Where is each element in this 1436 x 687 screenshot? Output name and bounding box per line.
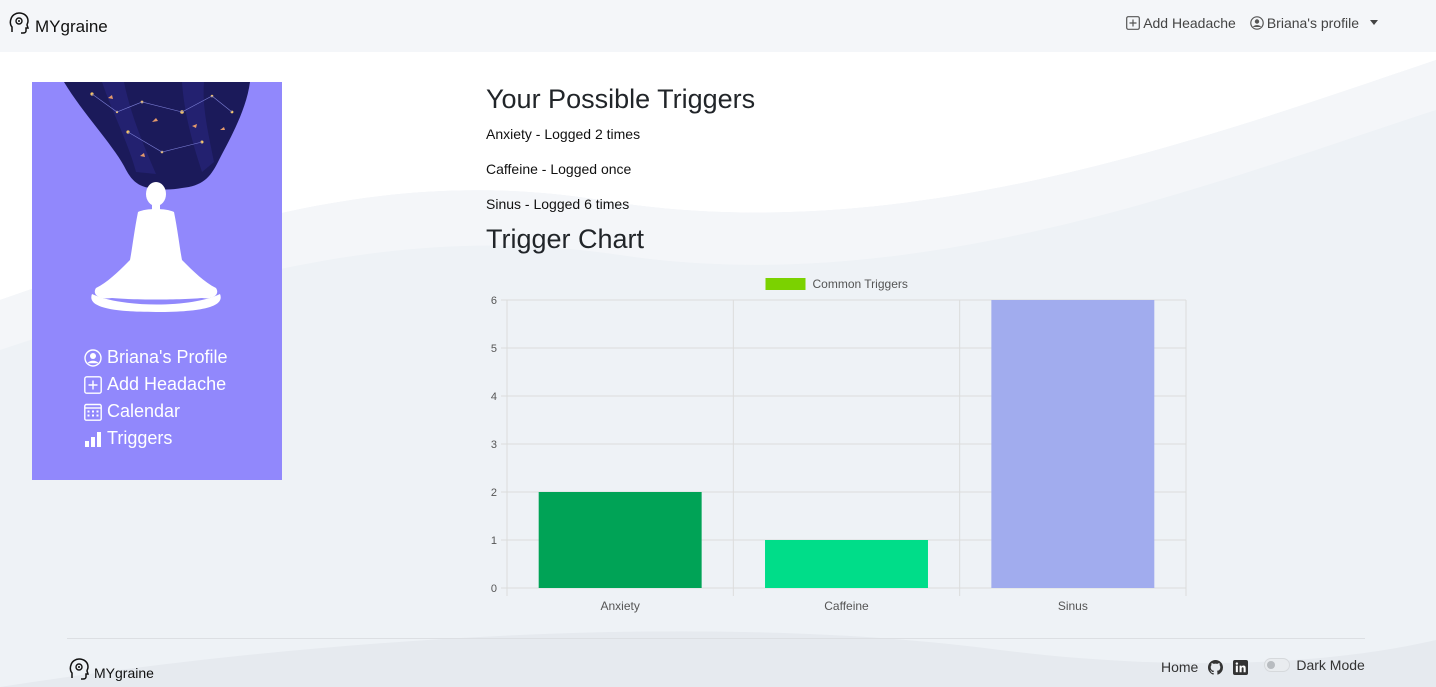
footer-home-link[interactable]: Home bbox=[1161, 659, 1198, 675]
user-circle-icon bbox=[84, 348, 102, 367]
y-tick-label: 3 bbox=[491, 439, 497, 451]
legend-swatch bbox=[765, 278, 806, 290]
sidebar-item-label: Briana's Profile bbox=[107, 347, 228, 367]
sidebar-item-calendar[interactable]: Calendar bbox=[84, 398, 228, 425]
trigger-item: Sinus - Logged 6 times bbox=[486, 196, 630, 212]
brand-name: MYgraine bbox=[35, 17, 108, 36]
plus-square-icon bbox=[1126, 16, 1141, 30]
trigger-item: Anxiety - Logged 2 times bbox=[486, 126, 641, 142]
bar bbox=[765, 540, 928, 588]
y-tick-label: 2 bbox=[491, 487, 497, 499]
x-tick-label: Caffeine bbox=[824, 599, 869, 613]
profile-dropdown[interactable]: Briana's profile bbox=[1250, 15, 1378, 31]
user-circle-icon bbox=[1250, 16, 1264, 30]
sidebar-item-triggers[interactable]: Triggers bbox=[84, 425, 228, 452]
toggle-knob bbox=[1267, 661, 1276, 669]
legend-label: Common Triggers bbox=[813, 277, 908, 291]
dark-mode-label: Dark Mode bbox=[1296, 657, 1365, 673]
page-title: Your Possible Triggers bbox=[486, 84, 756, 114]
trigger-item: Caffeine - Logged once bbox=[486, 161, 632, 177]
brand-logo[interactable]: MYgraine bbox=[9, 9, 108, 37]
sidebar-item-profile[interactable]: Briana's Profile bbox=[84, 344, 228, 371]
sidebar-menu: Briana's Profile Add Headache Calendar T… bbox=[84, 344, 228, 452]
nav-add-headache-label: Add Headache bbox=[1143, 15, 1236, 31]
footer-brand[interactable]: MYgraine bbox=[69, 657, 154, 681]
head-gear-icon bbox=[9, 12, 29, 34]
y-tick-label: 5 bbox=[491, 343, 497, 355]
x-tick-label: Sinus bbox=[1058, 599, 1088, 613]
footer-brand-name: MYgraine bbox=[94, 665, 154, 681]
plus-square-icon bbox=[84, 375, 102, 394]
dark-mode-toggle[interactable] bbox=[1264, 658, 1291, 672]
y-tick-label: 6 bbox=[491, 295, 497, 307]
sidebar-item-label: Calendar bbox=[107, 401, 181, 421]
nav-add-headache[interactable]: Add Headache bbox=[1126, 15, 1236, 31]
top-navbar: MYgraine Add Headache Briana's profile bbox=[0, 0, 1436, 52]
sidebar-item-label: Add Headache bbox=[107, 374, 227, 394]
github-icon[interactable] bbox=[1208, 659, 1224, 675]
bar bbox=[991, 300, 1155, 588]
meditation-illustration bbox=[64, 82, 250, 312]
trigger-bar-chart: 0 1 2 3 4 5 6 Anxiety Caffeine Sinus Common Trigge… bbox=[491, 277, 1187, 613]
head-gear-icon bbox=[69, 658, 89, 680]
sidebar-item-label: Triggers bbox=[107, 428, 173, 448]
footer-links: Home Dark Mode bbox=[1161, 655, 1365, 675]
chart-title: Trigger Chart bbox=[486, 224, 645, 254]
x-tick-label: Anxiety bbox=[600, 599, 639, 613]
sidebar: Briana's Profile Add Headache Calendar T… bbox=[32, 82, 282, 480]
y-tick-label: 1 bbox=[491, 535, 497, 547]
linkedin-icon[interactable] bbox=[1233, 659, 1249, 675]
footer-divider bbox=[67, 638, 1365, 639]
bar-chart-icon bbox=[85, 431, 101, 447]
y-tick-label: 4 bbox=[491, 391, 497, 403]
chevron-down-icon bbox=[1370, 19, 1378, 25]
main-content: Your Possible Triggers Anxiety - Logged … bbox=[486, 82, 755, 255]
sidebar-item-add-headache[interactable]: Add Headache bbox=[84, 371, 228, 398]
calendar-icon bbox=[84, 403, 102, 421]
y-tick-label: 0 bbox=[491, 583, 497, 595]
bar bbox=[538, 492, 702, 588]
profile-dropdown-label: Briana's profile bbox=[1266, 15, 1359, 31]
